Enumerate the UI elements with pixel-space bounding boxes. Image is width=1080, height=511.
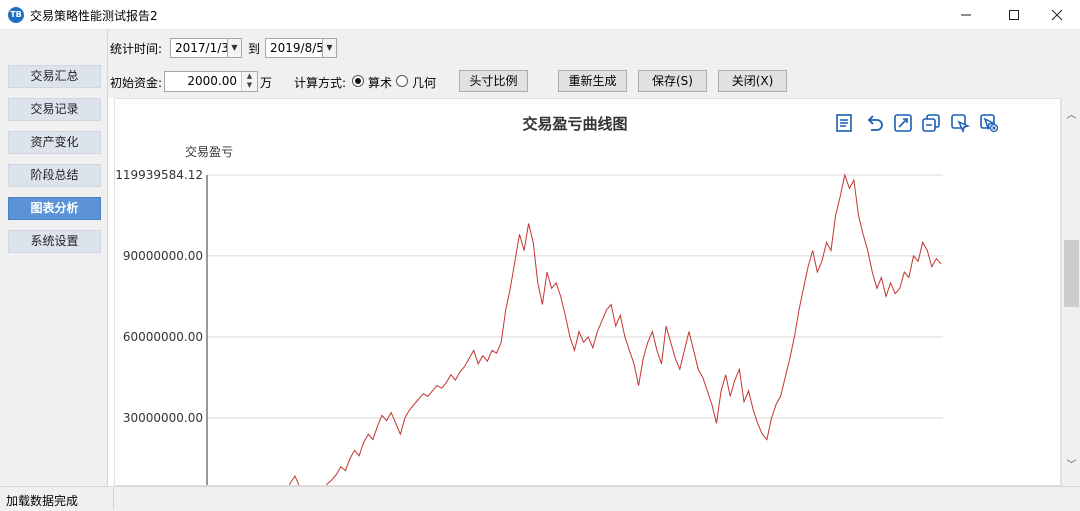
y-axis-title: 交易盈亏 [185, 145, 234, 159]
window-title: 交易策略性能测试报告2 [30, 9, 158, 23]
y-tick-label: 90000000.00 [123, 249, 203, 263]
scroll-down-icon[interactable]: ﹀ [1062, 456, 1080, 475]
sidebar-item-system-settings[interactable]: 系统设置 [8, 230, 101, 253]
y-tick-label: 30000000.00 [123, 411, 203, 425]
vertical-scrollbar[interactable]: ︿ ﹀ [1061, 98, 1080, 486]
close-button[interactable]: 关闭(X) [718, 70, 787, 92]
select-zoom-icon[interactable] [950, 113, 972, 135]
period-label: 统计时间: [110, 42, 163, 56]
magic-type-icon[interactable] [921, 113, 943, 135]
end-date-value: 2019/8/5 [270, 41, 324, 55]
end-date-select[interactable]: 2019/8/5 ▼ [265, 38, 337, 58]
start-date-select[interactable]: 2017/1/3 ▼ [170, 38, 242, 58]
zoom-icon[interactable] [893, 113, 915, 135]
app-icon: TB [8, 7, 24, 23]
minimize-icon[interactable] [943, 0, 989, 30]
capital-label: 初始资金: [110, 76, 163, 90]
sidebar-item-trade-summary[interactable]: 交易汇总 [8, 65, 101, 88]
chevron-down-icon[interactable]: ▼ [227, 39, 241, 57]
sidebar: 交易汇总 交易记录 资产变化 阶段总结 图表分析 系统设置 [0, 30, 108, 486]
status-text: 加载数据完成 [6, 494, 79, 508]
scrollbar-thumb[interactable] [1064, 240, 1079, 307]
title-bar: TB 交易策略性能测试报告2 [0, 0, 1080, 30]
zoom-reset-icon[interactable] [979, 113, 1001, 135]
sidebar-item-asset-changes[interactable]: 资产变化 [8, 131, 101, 154]
position-ratio-button[interactable]: 头寸比例 [459, 70, 528, 92]
chart-toolbox [835, 113, 1004, 135]
sidebar-item-chart-analysis[interactable]: 图表分析 [8, 197, 101, 220]
profit-loss-chart: 119939584.12 90000000.00 60000000.00 300000… [115, 168, 943, 485]
chart-panel: 119939584.12 90000000.00 60000000.00 300000… [114, 98, 1061, 486]
close-icon[interactable] [1034, 0, 1080, 30]
capital-unit: 万 [260, 76, 273, 90]
sidebar-item-stage-summary[interactable]: 阶段总结 [8, 164, 101, 187]
toolbar: 统计时间: 2017/1/3 ▼ 到 2019/8/5 ▼ 初始资金: 2000… [108, 30, 1080, 98]
scroll-up-icon[interactable]: ︿ [1062, 106, 1080, 125]
save-button[interactable]: 保存(S) [638, 70, 707, 92]
capital-value: 2000.00 [187, 74, 237, 88]
chevron-down-icon[interactable]: ▼ [322, 39, 336, 57]
radio-arithmetic[interactable] [352, 75, 364, 87]
y-tick-label: 119939584.12 [115, 168, 203, 182]
y-tick-label: 60000000.00 [123, 330, 203, 344]
regenerate-button[interactable]: 重新生成 [558, 70, 627, 92]
series-line-profit-loss [276, 173, 942, 485]
to-label: 到 [248, 42, 261, 56]
status-bar: 加载数据完成 [0, 486, 1080, 511]
status-divider [113, 489, 114, 509]
spinner-icon[interactable]: ▲ ▼ [241, 72, 257, 91]
radio-geometric[interactable] [396, 75, 408, 87]
data-view-icon[interactable] [835, 113, 857, 135]
sidebar-item-trade-records[interactable]: 交易记录 [8, 98, 101, 121]
restore-icon[interactable] [864, 113, 886, 135]
radio-geometric-label: 几何 [412, 76, 437, 90]
calc-method-label: 计算方式: [294, 76, 347, 90]
capital-input[interactable]: 2000.00 ▲ ▼ [164, 71, 258, 92]
start-date-value: 2017/1/3 [175, 41, 229, 55]
radio-arithmetic-label: 算术 [368, 76, 393, 90]
maximize-icon[interactable] [991, 0, 1037, 30]
